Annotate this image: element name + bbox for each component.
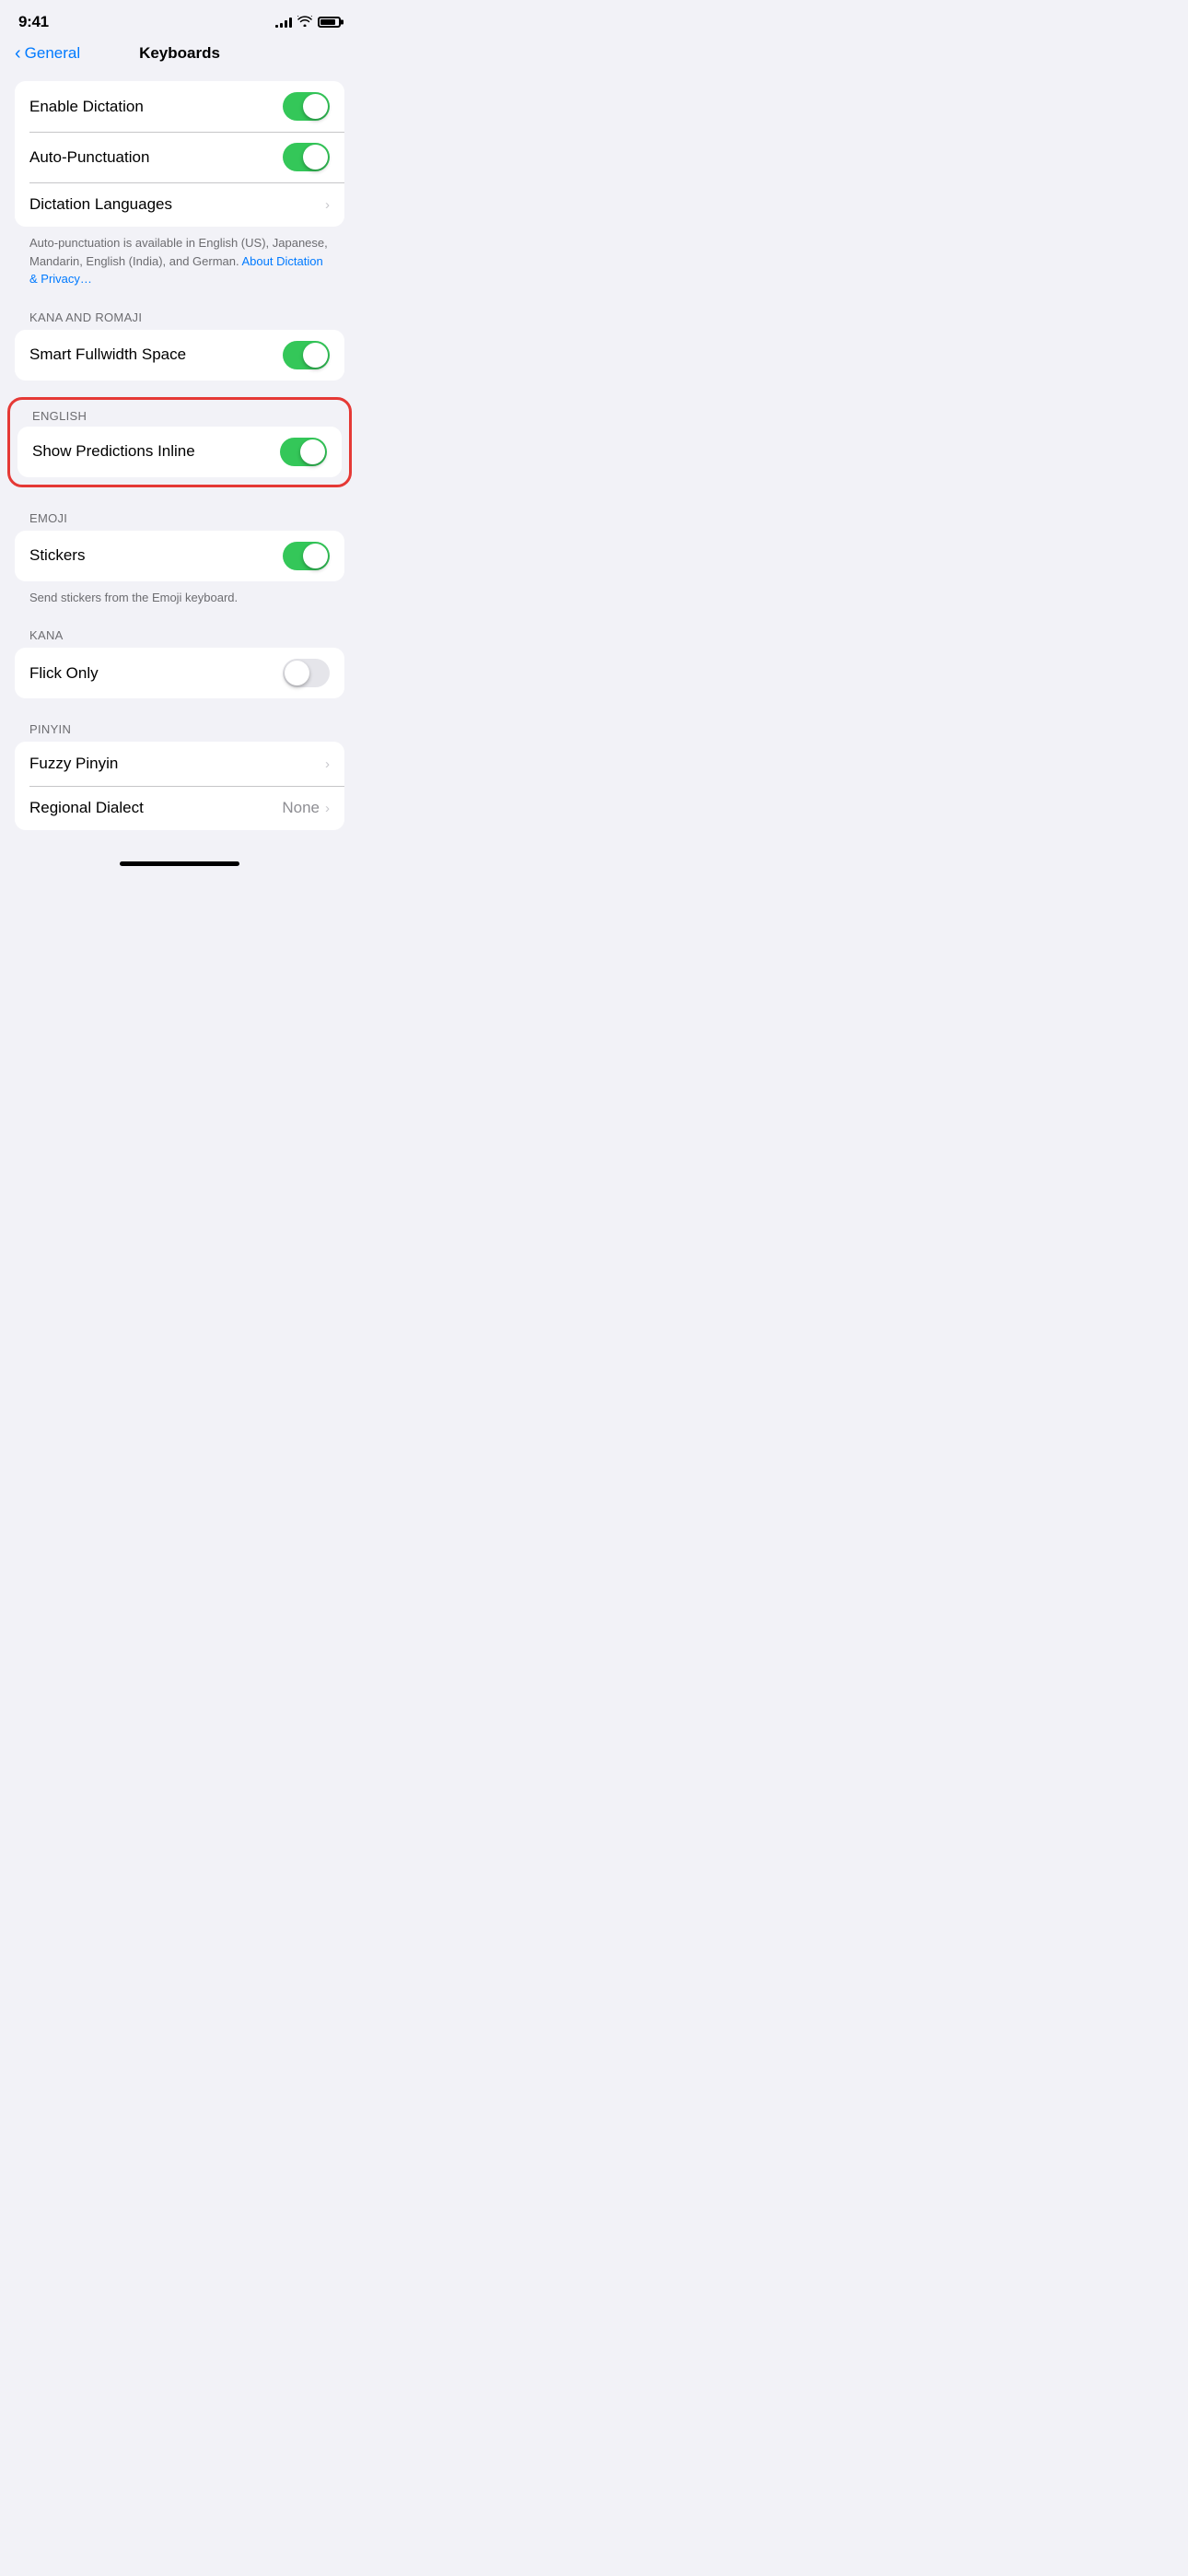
- flick-only-label: Flick Only: [29, 664, 99, 683]
- regional-dialect-label: Regional Dialect: [29, 799, 144, 817]
- status-icons: [275, 16, 341, 29]
- regional-dialect-value: None ›: [282, 799, 330, 817]
- regional-dialect-row[interactable]: Regional Dialect None ›: [15, 786, 344, 830]
- page-title: Keyboards: [139, 44, 220, 63]
- flick-only-toggle[interactable]: [283, 659, 330, 687]
- back-label: General: [25, 44, 80, 63]
- smart-fullwidth-space-row[interactable]: Smart Fullwidth Space: [15, 330, 344, 381]
- stickers-label: Stickers: [29, 546, 85, 565]
- enable-dictation-label: Enable Dictation: [29, 98, 144, 116]
- regional-dialect-current: None: [282, 799, 320, 817]
- enable-dictation-toggle[interactable]: [283, 92, 330, 121]
- pinyin-section: Fuzzy Pinyin › Regional Dialect None ›: [15, 742, 344, 830]
- chevron-left-icon: ‹: [15, 44, 21, 63]
- emoji-section-label: EMOJI: [0, 504, 359, 531]
- dictation-languages-row[interactable]: Dictation Languages ›: [15, 182, 344, 227]
- emoji-section: Stickers: [15, 531, 344, 581]
- kana-romaji-section: Smart Fullwidth Space: [15, 330, 344, 381]
- show-predictions-inline-row[interactable]: Show Predictions Inline: [17, 427, 342, 477]
- nav-bar: ‹ General Keyboards: [0, 37, 359, 74]
- kana-romaji-section-label: KANA AND ROMAJI: [0, 303, 359, 330]
- enable-dictation-row[interactable]: Enable Dictation: [15, 81, 344, 132]
- chevron-right-icon: ›: [325, 801, 330, 816]
- smart-fullwidth-space-toggle[interactable]: [283, 341, 330, 369]
- chevron-right-icon: ›: [325, 756, 330, 772]
- dictation-languages-label: Dictation Languages: [29, 195, 172, 214]
- auto-punctuation-toggle[interactable]: [283, 143, 330, 171]
- flick-only-row[interactable]: Flick Only: [15, 648, 344, 698]
- status-time: 9:41: [18, 13, 49, 31]
- auto-punctuation-label: Auto-Punctuation: [29, 148, 149, 167]
- signal-bars-icon: [275, 17, 292, 28]
- pinyin-section-label: PINYIN: [0, 715, 359, 742]
- dictation-languages-value: ›: [325, 197, 330, 213]
- kana-section: Flick Only: [15, 648, 344, 698]
- wifi-icon: [297, 16, 312, 29]
- english-section: Show Predictions Inline: [17, 427, 342, 477]
- emoji-footer: Send stickers from the Emoji keyboard.: [0, 581, 359, 622]
- fuzzy-pinyin-label: Fuzzy Pinyin: [29, 755, 118, 773]
- fuzzy-pinyin-value: ›: [325, 756, 330, 772]
- home-indicator: [0, 854, 359, 870]
- dictation-privacy-link[interactable]: About Dictation & Privacy…: [29, 254, 323, 287]
- dictation-footer: Auto-punctuation is available in English…: [0, 227, 359, 303]
- dictation-section: Enable Dictation Auto-Punctuation Dictat…: [15, 81, 344, 227]
- english-section-label: ENGLISH: [10, 404, 349, 427]
- chevron-right-icon: ›: [325, 197, 330, 213]
- show-predictions-inline-label: Show Predictions Inline: [32, 442, 195, 461]
- battery-icon: [318, 17, 341, 28]
- fuzzy-pinyin-row[interactable]: Fuzzy Pinyin ›: [15, 742, 344, 786]
- kana-section-label: KANA: [0, 621, 359, 648]
- status-bar: 9:41: [0, 0, 359, 37]
- show-predictions-inline-toggle[interactable]: [280, 438, 327, 466]
- auto-punctuation-row[interactable]: Auto-Punctuation: [15, 132, 344, 182]
- home-indicator-bar: [120, 861, 239, 866]
- stickers-row[interactable]: Stickers: [15, 531, 344, 581]
- smart-fullwidth-space-label: Smart Fullwidth Space: [29, 345, 186, 364]
- english-highlighted-section: ENGLISH Show Predictions Inline: [7, 397, 352, 487]
- back-button[interactable]: ‹ General: [15, 44, 80, 63]
- stickers-toggle[interactable]: [283, 542, 330, 570]
